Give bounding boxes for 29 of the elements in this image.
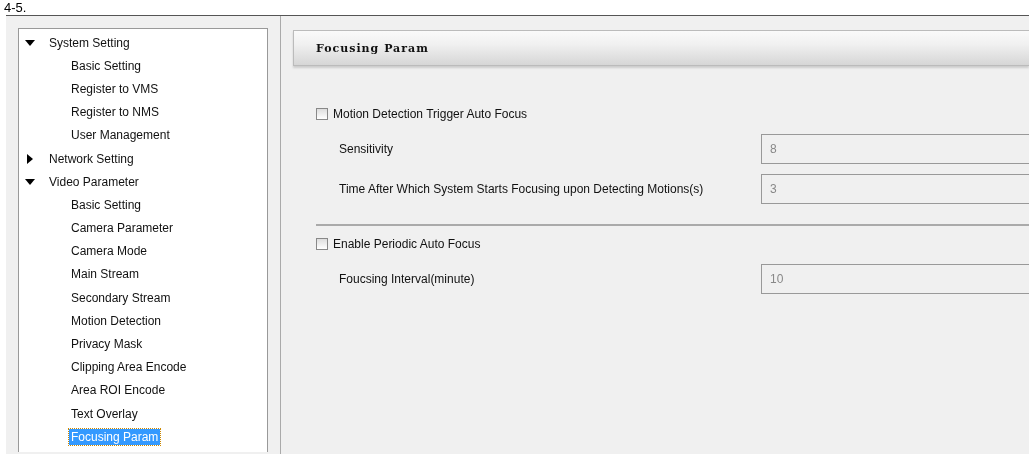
tree-item[interactable]: User Management	[69, 127, 172, 144]
tree-item[interactable]: Motion Detection	[69, 312, 164, 329]
field-label: Foucsing Interval(minute)	[339, 272, 476, 286]
caret-right-icon[interactable]	[25, 153, 35, 164]
tree-item[interactable]: System Setting	[47, 34, 132, 51]
tree-item[interactable]: Basic Setting	[69, 57, 144, 74]
checkbox-label: Enable Periodic Auto Focus	[333, 237, 481, 251]
checkbox[interactable]	[316, 108, 328, 120]
figure-caption: 4-5.	[3, 0, 27, 15]
tree-item[interactable]: Text Overlay	[69, 405, 140, 422]
tree-item[interactable]: Area ROI Encode	[69, 382, 168, 399]
field-label: Sensitivity	[339, 142, 395, 156]
tree-item[interactable]: Video Parameter	[47, 173, 141, 190]
tree-item[interactable]: Register to NMS	[69, 104, 162, 121]
tree-item[interactable]: Basic Setting	[69, 196, 144, 213]
checkbox[interactable]	[316, 238, 328, 250]
tree-item[interactable]: Clipping Area Encode	[69, 359, 189, 376]
caret-down-icon[interactable]	[25, 37, 35, 48]
tree-item[interactable]: Main Stream	[69, 266, 142, 283]
section-title: Focusing Param	[316, 41, 429, 55]
tree-item[interactable]: Camera Parameter	[69, 220, 176, 237]
tree-item[interactable]: Register to VMS	[69, 80, 161, 97]
tree-item[interactable]: Privacy Mask	[69, 336, 145, 353]
caret-down-icon[interactable]	[25, 176, 35, 187]
tree-item[interactable]: Network Setting	[47, 150, 136, 167]
checkbox-label: Motion Detection Trigger Auto Focus	[333, 107, 528, 121]
field-label: Time After Which System Starts Focusing upon Detecting Motions(s)	[339, 182, 705, 196]
tree-item[interactable]: Camera Mode	[69, 243, 150, 260]
tree-item[interactable]: Secondary Stream	[69, 289, 173, 306]
